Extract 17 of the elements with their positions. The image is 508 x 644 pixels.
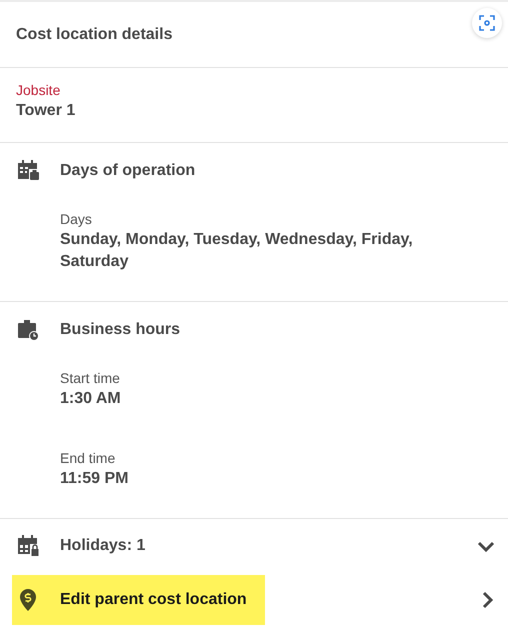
scan-button[interactable] [472,8,502,38]
scan-icon [479,15,495,31]
field-value: Sunday, Monday, Tuesday, Wednesday, Friday, Saturday [60,230,414,272]
field-value: 11:59 PM [60,469,130,489]
field-value: 1:30 AM [60,389,122,409]
calendar-briefcase-icon [16,159,40,183]
calendar-lock-icon [16,534,40,558]
field-label: Days [60,210,93,229]
field-label: End time [60,449,116,468]
briefcase-clock-icon [16,318,40,342]
section-title: Business hours [60,320,180,340]
field-label: Start time [60,369,121,388]
chevron-right-icon [480,590,496,610]
field-value: Tower 1 [16,101,76,121]
panel-title: Cost location details [16,24,172,44]
section-title: Days of operation [60,161,196,181]
field-label: Jobsite [16,81,62,100]
